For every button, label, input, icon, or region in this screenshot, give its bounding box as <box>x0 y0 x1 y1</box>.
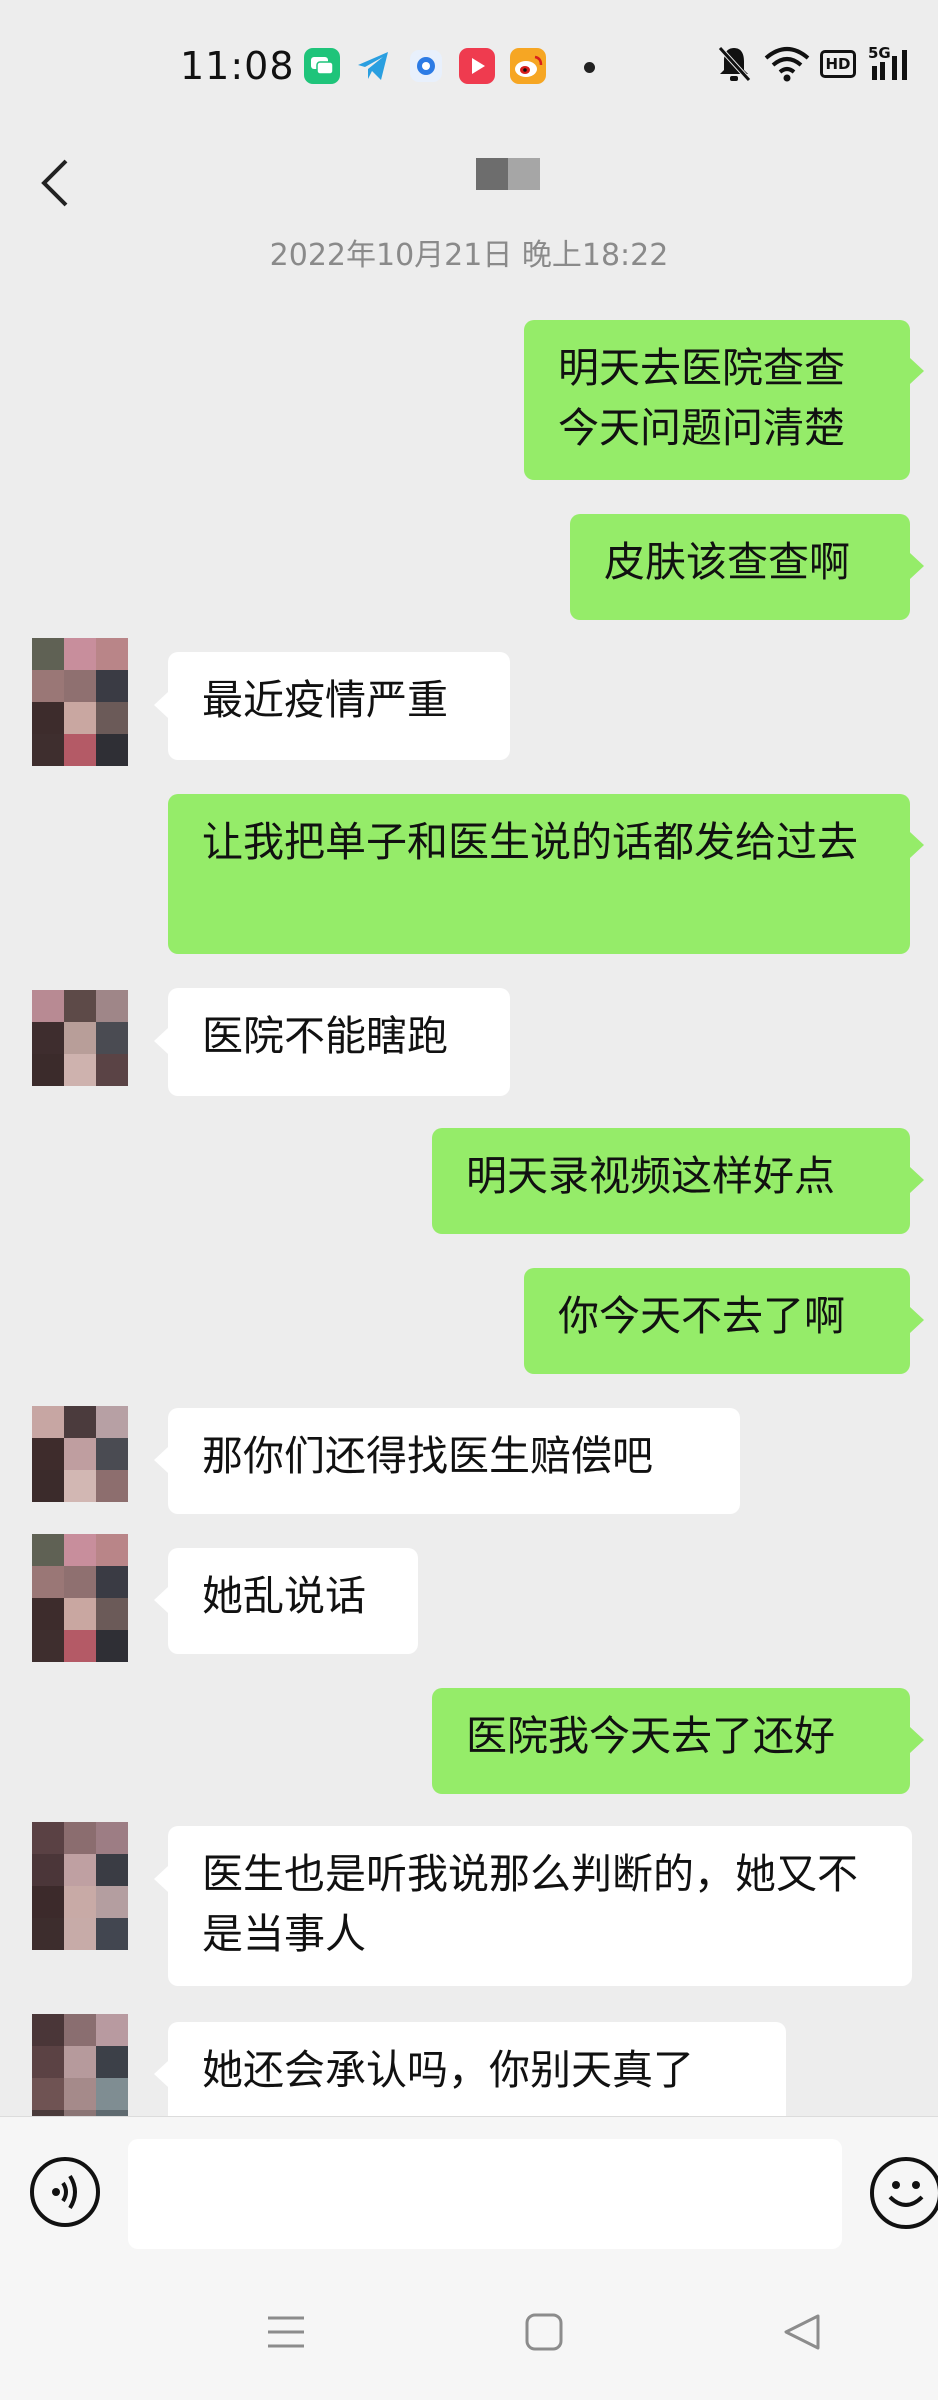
my-message-bubble[interactable]: 医院我今天去了还好 <box>432 1688 910 1794</box>
mute-bell-icon <box>716 44 752 88</box>
their-message-bubble[interactable]: 医院不能瞎跑 <box>168 988 510 1096</box>
back-chevron-icon[interactable] <box>30 151 90 211</box>
video-app-icon <box>459 48 495 84</box>
hd-label: HD <box>820 50 856 78</box>
their-bubble-tail <box>154 1587 168 1613</box>
chat-header <box>0 135 938 240</box>
emoji-icon[interactable] <box>870 2157 938 2229</box>
my-bubble-tail <box>910 1167 924 1193</box>
input-bar <box>0 2116 938 2271</box>
my-bubble-tail <box>910 832 924 858</box>
message-input[interactable] <box>128 2139 842 2249</box>
their-bubble-tail <box>154 692 168 718</box>
menu-icon[interactable] <box>266 2312 306 2356</box>
system-navigation-bar <box>0 2270 938 2400</box>
their-message-bubble[interactable]: 她乱说话 <box>168 1548 418 1654</box>
their-message-bubble[interactable]: 医生也是听我说那么判断的，她又不是当事人 <box>168 1826 912 1986</box>
home-square-icon[interactable] <box>524 2312 564 2356</box>
redaction-block-left <box>476 158 508 190</box>
contact-name-redacted <box>476 158 540 190</box>
contact-avatar[interactable] <box>32 1534 128 1662</box>
redaction-block-right <box>508 158 540 190</box>
their-bubble-tail <box>154 1028 168 1054</box>
contact-avatar[interactable] <box>32 638 128 766</box>
notification-dot-icon <box>584 62 595 73</box>
status-bar: 11:08 HD 5G <box>0 0 938 135</box>
their-bubble-tail <box>154 1447 168 1473</box>
their-bubble-tail <box>154 2061 168 2087</box>
messaging-app-icon <box>304 48 340 84</box>
status-time: 11:08 <box>180 44 295 88</box>
my-message-bubble[interactable]: 皮肤该查查啊 <box>570 514 910 620</box>
hd-icon: HD <box>820 50 856 78</box>
their-message-bubble[interactable]: 最近疫情严重 <box>168 652 510 760</box>
contact-avatar[interactable] <box>32 990 128 1086</box>
my-bubble-tail <box>910 358 924 384</box>
my-bubble-tail <box>910 1307 924 1333</box>
weibo-icon <box>510 48 546 84</box>
voice-input-icon[interactable] <box>30 2157 100 2227</box>
their-bubble-tail <box>154 1866 168 1892</box>
my-message-bubble[interactable]: 让我把单子和医生说的话都发给过去 <box>168 794 910 954</box>
wifi-icon <box>764 44 810 88</box>
message-timestamp: 2022年10月21日 晚上18:22 <box>269 238 669 273</box>
circle-app-icon <box>408 48 444 84</box>
their-message-bubble[interactable]: 她还会承认吗，你别天真了 <box>168 2022 786 2128</box>
my-bubble-tail <box>910 553 924 579</box>
telegram-icon <box>355 48 391 84</box>
my-message-bubble[interactable]: 你今天不去了啊 <box>524 1268 910 1374</box>
my-bubble-tail <box>910 1727 924 1753</box>
chat-screen: 11:08 HD 5G 2022年10月21日 晚上18:22 明天去医院查查今… <box>0 0 938 2400</box>
their-message-bubble[interactable]: 那你们还得找医生赔偿吧 <box>168 1408 740 1514</box>
contact-avatar[interactable] <box>32 1406 128 1502</box>
my-message-bubble[interactable]: 明天录视频这样好点 <box>432 1128 910 1234</box>
my-message-bubble[interactable]: 明天去医院查查今天问题问清楚 <box>524 320 910 480</box>
contact-avatar[interactable] <box>32 1822 128 1950</box>
back-triangle-icon[interactable] <box>782 2312 822 2356</box>
